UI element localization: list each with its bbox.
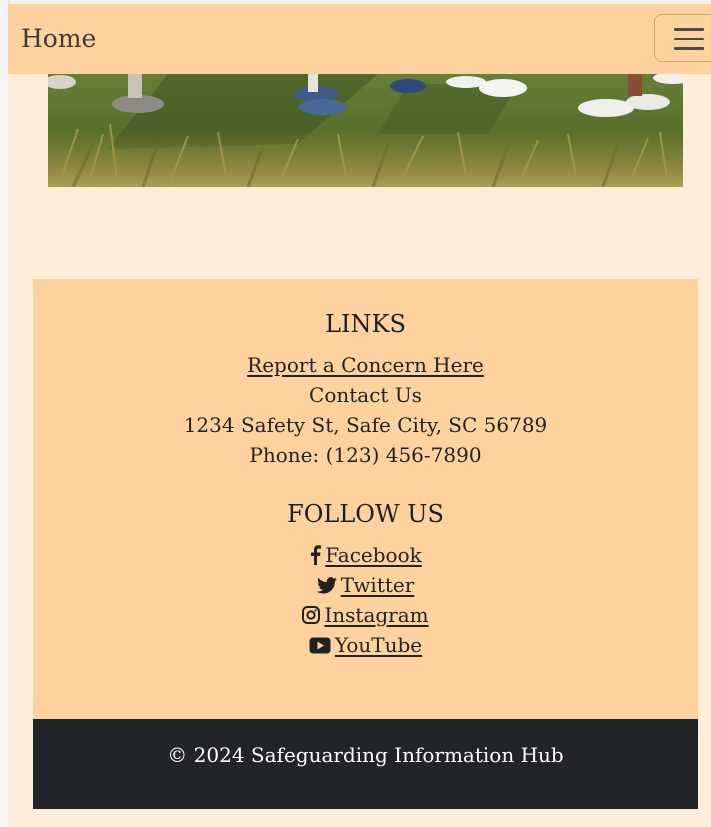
hero-image (48, 74, 683, 187)
social-twitter-row: Twitter (33, 570, 698, 602)
facebook-link[interactable]: Facebook (309, 540, 422, 570)
phone-text: Phone: (123) 456-7890 (249, 443, 482, 467)
youtube-link[interactable]: YouTube (309, 630, 422, 660)
twitter-link[interactable]: Twitter (316, 570, 415, 600)
instagram-label: Instagram (324, 603, 429, 627)
instagram-icon (302, 606, 321, 624)
hamburger-menu-button[interactable] (654, 14, 711, 62)
copyright-text: © 2024 Safeguarding Information Hub (167, 743, 564, 767)
top-navbar: Home (8, 4, 711, 74)
children-feet-on-grass-image (48, 74, 683, 187)
social-instagram-row: Instagram (33, 600, 698, 632)
facebook-label: Facebook (325, 543, 422, 567)
facebook-icon (311, 545, 322, 565)
instagram-link[interactable]: Instagram (302, 600, 429, 630)
home-link[interactable]: Home (21, 23, 96, 55)
links-heading: LINKS (325, 310, 406, 338)
copyright-bar: © 2024 Safeguarding Information Hub (33, 719, 698, 809)
twitter-label: Twitter (340, 573, 415, 597)
follow-us-heading: FOLLOW US (287, 500, 444, 528)
report-concern-link[interactable]: Report a Concern Here (247, 353, 484, 377)
address-text: 1234 Safety St, Safe City, SC 56789 (183, 413, 548, 437)
social-facebook-row: Facebook (33, 540, 698, 573)
social-youtube-row: YouTube (33, 630, 698, 662)
report-concern-line: Report a Concern Here (33, 350, 698, 380)
youtube-icon (309, 637, 331, 653)
youtube-label: YouTube (334, 633, 423, 657)
footer: LINKS Report a Concern Here Contact Us 1… (33, 279, 698, 719)
contact-us-text: Contact Us (309, 383, 422, 407)
twitter-icon (316, 576, 337, 593)
